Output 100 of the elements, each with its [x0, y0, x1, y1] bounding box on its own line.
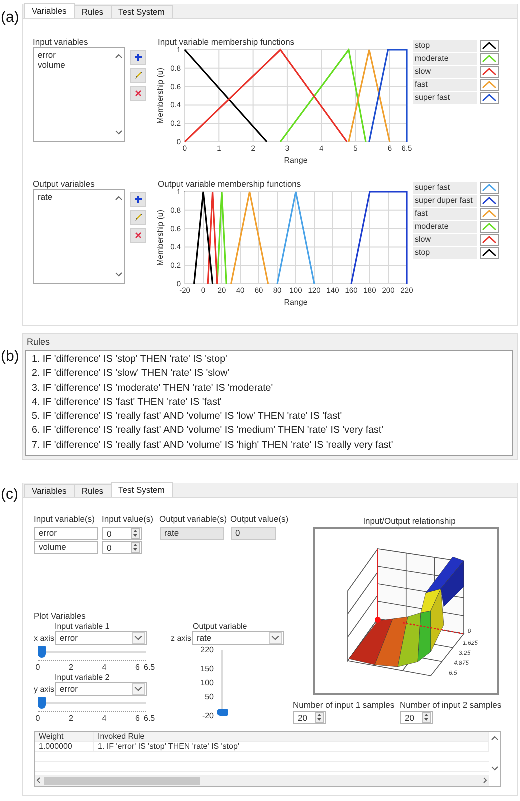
chevron-down-icon	[269, 632, 282, 644]
tick-label: 4	[102, 714, 107, 723]
spin-arrows-icon	[315, 712, 324, 723]
spin-arrows-icon	[131, 542, 140, 553]
spin-box[interactable]: 0	[102, 541, 142, 554]
axis-label: x axis	[34, 634, 55, 642]
edit-button[interactable]	[130, 68, 146, 83]
dropdown[interactable]: error	[55, 682, 147, 696]
rule-item[interactable]: 6. IF 'difference' IS 'really fast' AND 'volume' IS 'medium' THEN 'rate' IS 'very fast'	[32, 424, 506, 439]
list-box[interactable]: error volume	[33, 47, 125, 142]
chart-title: Input variable membership functions	[157, 37, 296, 47]
axis-label: z axis	[171, 634, 192, 642]
add-button[interactable]	[130, 192, 146, 207]
rule-item[interactable]: 4. IF 'difference' IS 'fast' THEN 'rate' IS 'fast'	[32, 396, 506, 410]
legend-label: slow	[413, 234, 477, 246]
legend-label: stop	[413, 247, 477, 259]
chevron-down-icon	[490, 764, 500, 773]
table-cell: 1. IF 'error' IS 'stop' THEN 'rate' IS 'stop'	[94, 742, 489, 752]
tick-label: 0	[36, 714, 40, 723]
legend-label: fast	[413, 79, 477, 91]
axis-title: Membership (u)	[156, 210, 165, 266]
cross-icon	[134, 231, 142, 240]
text-field[interactable]: error	[34, 527, 98, 540]
rule-item[interactable]: 2. IF 'difference' IS 'slow' THEN 'rate' IS 'slow'	[32, 367, 506, 382]
tick-label: -20	[202, 712, 214, 720]
spin-box[interactable]: 0	[102, 527, 142, 540]
delete-button[interactable]	[130, 86, 146, 101]
pencil-icon	[134, 213, 142, 222]
legend-label: slow	[413, 66, 477, 78]
chevron-up-icon	[490, 734, 500, 743]
rule-item[interactable]: 3. IF 'difference' IS 'moderate' THEN 'rate' IS 'moderate'	[32, 382, 506, 396]
output-field: rate	[160, 527, 224, 540]
rule-item[interactable]: 5. IF 'difference' IS 'really fast' AND 'volume' IS 'low' THEN 'rate' IS 'fast'	[32, 410, 506, 424]
axis-title: Range	[284, 298, 308, 307]
spin-arrows-icon	[422, 712, 431, 723]
chevron-down-icon	[132, 632, 145, 644]
tick-label: 0	[36, 663, 40, 672]
field-caption: Output variable	[192, 622, 248, 631]
slider-thumb[interactable]	[38, 646, 46, 658]
scrollbar-thumb[interactable]	[44, 776, 200, 784]
cross-icon	[134, 89, 142, 98]
dropdown[interactable]: error	[55, 631, 147, 645]
legend-label: moderate	[413, 53, 477, 65]
slider-thumb[interactable]	[217, 709, 228, 716]
panel-title: Rules	[26, 337, 52, 349]
slider-thumb[interactable]	[38, 697, 46, 709]
table-cell: 1.000000	[35, 742, 94, 752]
chevron-down-icon	[114, 128, 124, 137]
tab[interactable]: Variables	[24, 3, 75, 18]
list-item[interactable]: rate	[37, 192, 110, 202]
delete-button[interactable]	[130, 228, 146, 243]
marker-line	[402, 622, 464, 635]
column-label: Output value(s)	[230, 514, 289, 526]
panel-label: (c)	[0, 485, 20, 505]
edit-button[interactable]	[130, 210, 146, 225]
chevron-up-icon	[114, 52, 124, 61]
tick-label: 220	[200, 646, 214, 654]
spin-box[interactable]: 20	[293, 711, 326, 724]
tick-label: 150	[200, 664, 214, 674]
section-title: Plot Variables	[34, 611, 87, 622]
chart-title: Input/Output relationship	[362, 516, 457, 527]
tick-label: 2	[69, 663, 74, 672]
chevron-down-icon	[132, 683, 145, 695]
column-header[interactable]: Weight	[35, 732, 94, 742]
list-box[interactable]: rate	[33, 189, 125, 284]
field-caption: Number of input 1 samples	[293, 700, 396, 710]
add-button[interactable]	[130, 50, 146, 65]
tab[interactable]: Rules	[74, 484, 112, 497]
axis-title: Membership (u)	[156, 68, 165, 124]
spin-box[interactable]: 20	[400, 711, 433, 724]
axis-title: Range	[284, 156, 308, 165]
tick-label: 100	[200, 678, 214, 688]
rule-item[interactable]: 1. IF 'difference' IS 'stop' THEN 'rate' IS 'stop'	[32, 353, 506, 368]
field-caption: Input variable 1	[54, 622, 111, 631]
tick-label: 50	[205, 692, 214, 702]
list-item[interactable]: volume	[37, 60, 110, 70]
legend-label: super duper fast	[413, 195, 477, 207]
axis-label: y axis	[34, 684, 55, 694]
tab[interactable]: Test System	[110, 5, 173, 18]
data-point	[375, 617, 381, 623]
legend-label: fast	[413, 208, 477, 220]
chevron-right-icon	[481, 776, 489, 785]
surface-patch	[374, 616, 408, 668]
list-item[interactable]: error	[37, 50, 110, 60]
tab[interactable]: Variables	[24, 484, 75, 497]
column-header[interactable]: Invoked Rule	[94, 732, 489, 742]
spin-arrows-icon	[131, 528, 140, 539]
rule-item[interactable]: 7. IF 'difference' IS 'really fast' AND 'volume' IS 'high' THEN 'rate' IS 'really very fast'	[32, 438, 506, 454]
legend-label: super fast	[413, 182, 477, 194]
tick-label: 2	[69, 714, 74, 723]
scrollbar[interactable]	[35, 775, 489, 786]
surface-patch	[348, 618, 394, 666]
dropdown[interactable]: rate	[192, 631, 284, 645]
legend-label: super fast	[413, 92, 477, 104]
field-caption: Input variable 2	[54, 673, 111, 682]
tab[interactable]: Test System	[110, 482, 173, 497]
tab[interactable]: Rules	[74, 5, 112, 18]
tick-label: 6.5	[144, 663, 156, 672]
legend-label: stop	[413, 40, 477, 52]
text-field[interactable]: volume	[34, 541, 98, 554]
